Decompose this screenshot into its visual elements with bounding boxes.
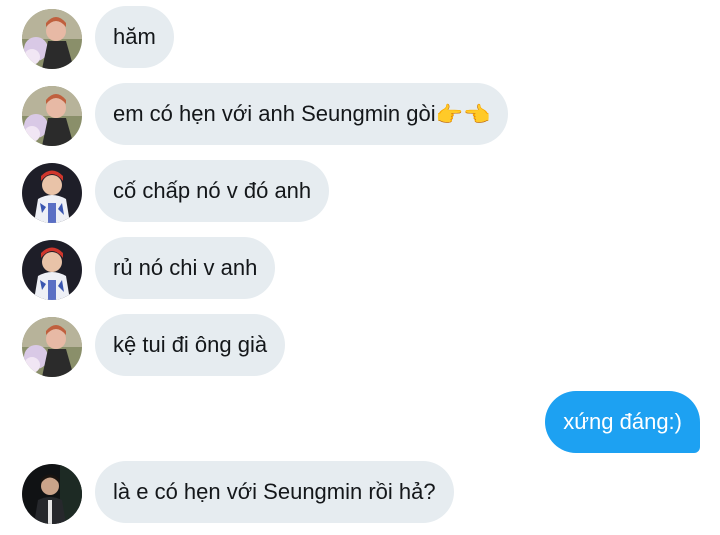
avatar[interactable] (22, 9, 82, 69)
avatar-user-c-icon (22, 464, 82, 524)
avatar-user-b-icon (22, 240, 82, 300)
message-text: là e có hẹn với Seungmin rồi hả? (113, 479, 436, 504)
message-bubble[interactable]: cố chấp nó v đó anh (95, 160, 330, 222)
message-row-sent: xứng đáng:) (0, 391, 720, 457)
message-text: hăm (113, 24, 156, 49)
avatar-user-a-icon (22, 317, 82, 377)
message-row: rủ nó chi v anh (0, 237, 720, 303)
avatar[interactable] (22, 86, 82, 146)
message-row: hăm (0, 6, 720, 72)
pointing-fingers-icon: 👉👈 (435, 102, 491, 128)
avatar[interactable] (22, 464, 82, 524)
message-text: rủ nó chi v anh (113, 255, 258, 280)
message-text: cố chấp nó v đó anh (113, 178, 312, 203)
avatar[interactable] (22, 240, 82, 300)
message-text: kệ tui đi ông già (113, 332, 268, 357)
avatar[interactable] (22, 163, 82, 223)
message-row: em có hẹn với anh Seungmin gòi👉👈 (0, 83, 720, 149)
message-text: em có hẹn với anh Seungmin gòi (113, 101, 436, 126)
avatar-user-a-icon (22, 86, 82, 146)
message-text: xứng đáng:) (563, 409, 682, 434)
message-bubble[interactable]: hăm (95, 6, 174, 68)
message-bubble[interactable]: rủ nó chi v anh (95, 237, 276, 299)
avatar-user-b-icon (22, 163, 82, 223)
avatar[interactable] (22, 317, 82, 377)
message-row: là e có hẹn với Seungmin rồi hả? (0, 461, 720, 527)
message-bubble[interactable]: em có hẹn với anh Seungmin gòi👉👈 (95, 83, 509, 145)
message-row: kệ tui đi ông già (0, 314, 720, 380)
message-bubble[interactable]: kệ tui đi ông già (95, 314, 286, 376)
message-bubble[interactable]: là e có hẹn với Seungmin rồi hả? (95, 461, 454, 523)
avatar-user-a-icon (22, 9, 82, 69)
message-row: cố chấp nó v đó anh (0, 160, 720, 226)
chat-thread: hăm em có hẹn với anh Seungmin gòi👉👈 cố … (0, 0, 720, 535)
message-bubble-sent[interactable]: xứng đáng:) (545, 391, 700, 453)
